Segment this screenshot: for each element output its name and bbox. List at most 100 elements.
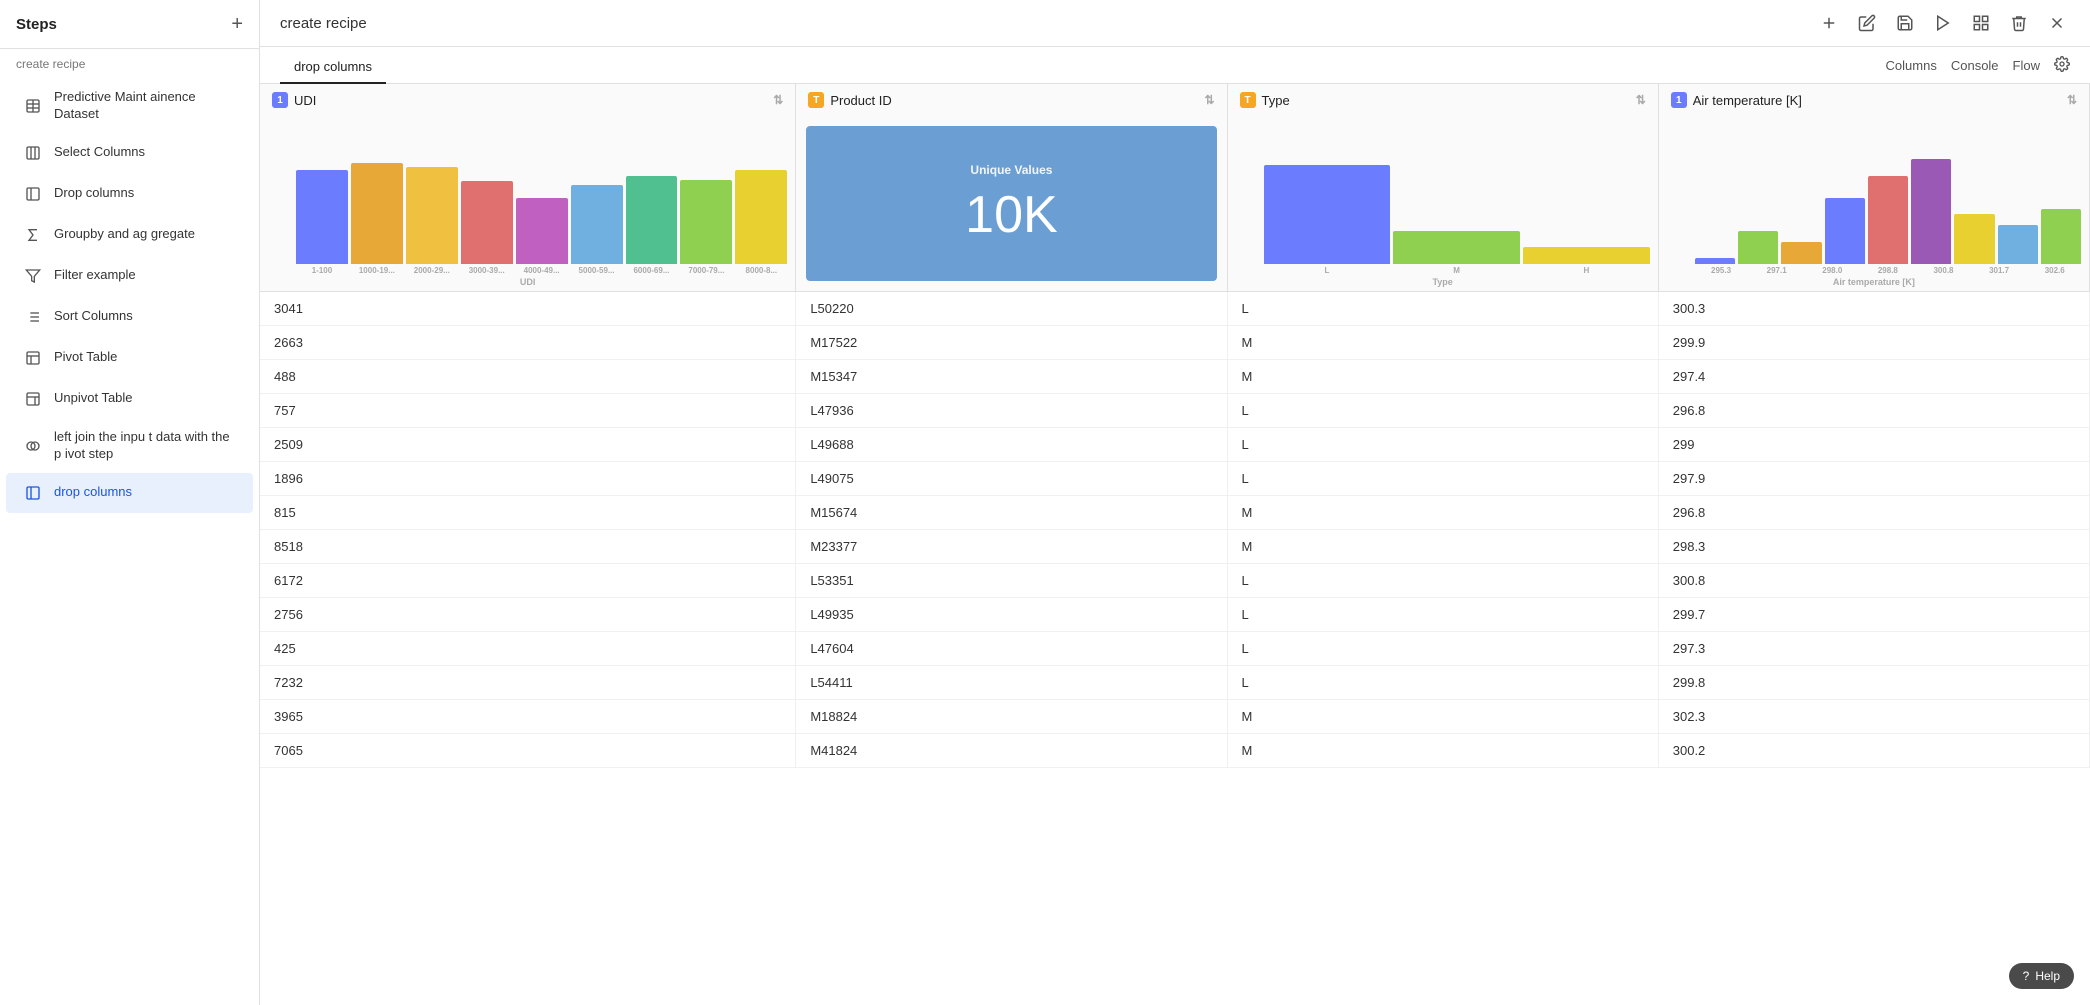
x-label: 4000-49... [516, 266, 568, 275]
settings-icon[interactable] [2054, 56, 2070, 75]
sidebar-item-label: drop columns [54, 484, 132, 501]
close-button[interactable] [2044, 10, 2070, 36]
sidebar-item-label: Pivot Table [54, 349, 117, 366]
filter-icon [22, 265, 44, 287]
product-id-cell: L50220 [796, 292, 1227, 326]
sidebar-item-pivot[interactable]: Pivot Table [6, 338, 253, 378]
col-sort-icon[interactable]: ⇅ [2067, 93, 2077, 107]
x-label: 302.6 [2028, 266, 2081, 275]
col-sort-icon[interactable]: ⇅ [1204, 93, 1214, 107]
flow-action[interactable]: Flow [2013, 58, 2040, 73]
bar-2 [406, 167, 458, 264]
sidebar-item-label: Sort Columns [54, 308, 133, 325]
col-sort-icon[interactable]: ⇅ [1636, 93, 1646, 107]
product-id-cell: M15347 [796, 360, 1227, 394]
table-row: 425L47604L297.3 [260, 632, 2090, 666]
product-id-cell: L54411 [796, 666, 1227, 700]
table-row: 2509L49688L299 [260, 428, 2090, 462]
table-row: 1896L49075L297.9 [260, 462, 2090, 496]
col-type-badge: 1 [1671, 92, 1687, 108]
sidebar-item-sort[interactable]: Sort Columns [6, 297, 253, 337]
bar-2 [1781, 242, 1821, 264]
x-label: 295.3 [1695, 266, 1748, 275]
table-row: 8518M23377M298.3 [260, 530, 2090, 564]
air-temp-cell: 297.4 [1658, 360, 2089, 394]
delete-button[interactable] [2006, 10, 2032, 36]
bar-5 [571, 185, 623, 264]
udi-cell: 815 [260, 496, 796, 530]
x-label: 1-100 [296, 266, 348, 275]
type-cell: L [1227, 394, 1658, 428]
udi-cell: 488 [260, 360, 796, 394]
col-sort-icon[interactable]: ⇅ [773, 93, 783, 107]
type-cell: L [1227, 598, 1658, 632]
tabs-row: drop columns Columns Console Flow [260, 47, 2090, 84]
bar-6 [626, 176, 678, 264]
air-temp-cell: 297.9 [1658, 462, 2089, 496]
type-cell: L [1227, 564, 1658, 598]
sidebar-item-select-columns[interactable]: Select Columns [6, 133, 253, 173]
drop-icon [22, 183, 44, 205]
columns-icon [22, 142, 44, 164]
sidebar-item-drop-columns-active[interactable]: drop columns [6, 473, 253, 513]
air-temp-cell: 300.8 [1658, 564, 2089, 598]
sidebar-item-drop-columns[interactable]: Drop columns [6, 174, 253, 214]
bar-7 [680, 180, 732, 264]
add-step-button[interactable]: + [231, 14, 243, 34]
content-area: drop columns Columns Console Flow 1 U [260, 47, 2090, 1005]
table-icon [22, 95, 44, 117]
air-temp-cell: 296.8 [1658, 394, 2089, 428]
col-header-product-id: T Product ID ⇅ Unique Values 10K [796, 84, 1227, 292]
type-cell: M [1227, 530, 1658, 564]
product-id-cell: M18824 [796, 700, 1227, 734]
edit-button[interactable] [1854, 10, 1880, 36]
x-label: 301.7 [1973, 266, 2026, 275]
page-title: create recipe [280, 15, 367, 32]
run-button[interactable] [1930, 10, 1956, 36]
table-row: 7232L54411L299.8 [260, 666, 2090, 700]
bar-4 [516, 198, 568, 264]
product-id-cell: M41824 [796, 734, 1227, 768]
udi-cell: 3965 [260, 700, 796, 734]
save-button[interactable] [1892, 10, 1918, 36]
sidebar-item-predictive[interactable]: Predictive Maint ainence Dataset [6, 80, 253, 132]
type-cell: L [1227, 632, 1658, 666]
sort-icon [22, 306, 44, 328]
sidebar-title: Steps [16, 16, 57, 33]
columns-action[interactable]: Columns [1886, 58, 1937, 73]
air-temp-cell: 296.8 [1658, 496, 2089, 530]
sidebar-item-groupby[interactable]: Groupby and ag gregate [6, 215, 253, 255]
table-row: 3965M18824M302.3 [260, 700, 2090, 734]
pivot-icon [22, 347, 44, 369]
table-row: 757L47936L296.8 [260, 394, 2090, 428]
grid-view-button[interactable] [1968, 10, 1994, 36]
unique-values-count: 10K [965, 185, 1058, 245]
sidebar-item-filter[interactable]: Filter example [6, 256, 253, 296]
x-label: 7000-79... [680, 266, 732, 275]
x-label: 3000-39... [461, 266, 513, 275]
topbar-actions [1816, 10, 2070, 36]
bar-0 [1695, 258, 1735, 264]
x-label: 2000-29... [406, 266, 458, 275]
col-type-badge: T [1240, 92, 1256, 108]
udi-cell: 7232 [260, 666, 796, 700]
udi-cell: 757 [260, 394, 796, 428]
air-temp-cell: 300.3 [1658, 292, 2089, 326]
sidebar-item-label: Groupby and ag gregate [54, 226, 195, 243]
type-cell: M [1227, 734, 1658, 768]
udi-cell: 6172 [260, 564, 796, 598]
sidebar-item-unpivot[interactable]: Unpivot Table [6, 379, 253, 419]
col-header-air-temp: 1 Air temperature [K] ⇅ 295.3297.1298.02… [1658, 84, 2089, 292]
sidebar-item-label: left join the inpu t data with the p ivo… [54, 429, 237, 463]
help-button[interactable]: ? Help [2009, 963, 2074, 989]
col-header-udi: 1 UDI ⇅ 1-1001000-19...2000-29...3000-39… [260, 84, 796, 292]
console-action[interactable]: Console [1951, 58, 1999, 73]
unique-values-card: Unique Values 10K [806, 126, 1216, 281]
udi-cell: 7065 [260, 734, 796, 768]
udi-cell: 8518 [260, 530, 796, 564]
bar-1 [1738, 231, 1778, 264]
table-row: 7065M41824M300.2 [260, 734, 2090, 768]
sidebar-item-join[interactable]: left join the inpu t data with the p ivo… [6, 420, 253, 472]
tab-drop-columns[interactable]: drop columns [280, 53, 386, 84]
add-button[interactable] [1816, 10, 1842, 36]
